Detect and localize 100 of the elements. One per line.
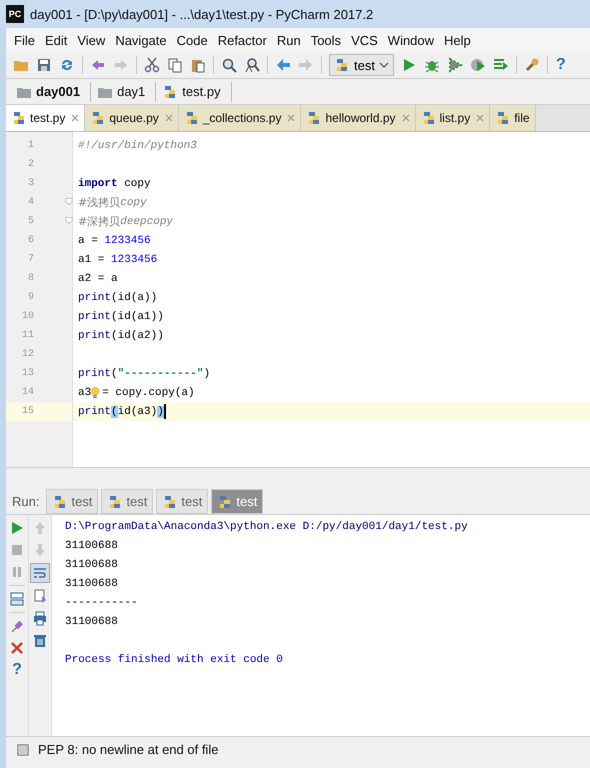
line-number: 1 xyxy=(26,140,34,151)
code-text: a3 xyxy=(78,386,92,398)
python-icon xyxy=(334,57,350,73)
code-text: print xyxy=(78,330,112,342)
code-text: id(a3) xyxy=(118,406,158,418)
line-number: 14 xyxy=(20,387,34,398)
editor-tab[interactable]: queue.py xyxy=(85,105,179,131)
code-text: print xyxy=(78,406,112,418)
menu-item[interactable]: Navigate xyxy=(110,32,172,48)
line-number: 2 xyxy=(26,159,34,170)
code-text: a2 = a xyxy=(78,272,118,284)
paste-icon[interactable] xyxy=(190,57,206,73)
console-line: 31100688 xyxy=(65,558,118,570)
code-text: print xyxy=(78,292,112,304)
code-text: deepcopy xyxy=(120,216,174,228)
line-number: 12 xyxy=(20,349,34,360)
menu-item[interactable]: Refactor xyxy=(212,32,272,48)
code-text: copy xyxy=(120,196,147,208)
breadcrumb[interactable]: day1 xyxy=(93,82,156,102)
console-line: 31100688 xyxy=(65,540,118,552)
status-toggle-icon[interactable] xyxy=(16,742,30,756)
pin-icon[interactable] xyxy=(9,618,25,634)
fold-marker-icon[interactable] xyxy=(64,216,74,226)
line-number: 7 xyxy=(26,254,34,265)
app-logo-icon: PC xyxy=(6,5,24,23)
replace-icon[interactable] xyxy=(244,57,260,73)
help-button[interactable]: ? xyxy=(12,661,22,679)
code-text: = copy.copy(a) xyxy=(102,386,195,398)
line-number: 11 xyxy=(20,330,34,341)
close-icon[interactable] xyxy=(164,114,173,122)
back-icon[interactable] xyxy=(275,57,291,73)
menu-item[interactable]: View xyxy=(72,32,110,48)
menu-item[interactable]: Code xyxy=(172,32,213,48)
close-icon[interactable] xyxy=(71,114,80,122)
undo-icon[interactable] xyxy=(90,57,106,73)
line-number: 13 xyxy=(20,368,34,379)
code-text: copy xyxy=(123,178,151,190)
breadcrumb[interactable]: day001 xyxy=(12,82,92,102)
trash-icon[interactable] xyxy=(32,632,48,648)
code-text: (id(a)) xyxy=(111,292,158,304)
cut-icon[interactable] xyxy=(144,57,160,73)
code-text: (id(a1)) xyxy=(111,310,164,322)
close-icon[interactable] xyxy=(9,640,25,656)
code-text: ( xyxy=(111,368,118,380)
code-text: a1 = xyxy=(78,254,106,266)
editor-tab[interactable]: _collections.py xyxy=(178,105,302,131)
menu-item[interactable]: Run xyxy=(272,32,306,48)
line-number: 15 xyxy=(20,406,34,417)
editor-tab[interactable]: helloworld.py xyxy=(301,105,416,131)
coverage-icon[interactable] xyxy=(446,57,463,73)
help-button[interactable]: ? xyxy=(552,56,570,74)
editor-tab[interactable]: file xyxy=(490,105,536,131)
wrench-icon[interactable] xyxy=(524,57,540,73)
menu-item[interactable]: Window xyxy=(382,32,440,48)
run-list-icon[interactable] xyxy=(492,57,509,73)
stop-icon[interactable] xyxy=(9,542,25,558)
menu-item[interactable]: Help xyxy=(439,32,476,48)
copy-icon[interactable] xyxy=(167,57,183,73)
run-icon[interactable] xyxy=(9,520,25,536)
profile-icon[interactable] xyxy=(470,57,486,73)
code-text: ( xyxy=(111,406,118,418)
close-icon[interactable] xyxy=(402,114,410,122)
python-file-icon xyxy=(11,110,27,126)
close-icon[interactable] xyxy=(476,114,484,122)
code-editor[interactable]: #!/usr/bin/python3 import copy #浅拷贝copy #深拷贝deepcopy a = 1233456 a1 = 1233456 a2 = a print(id(a)) print(id(a1)) print(id(a2)) print("-----------") a3 = copy.copy(a) print(id(a3)) xyxy=(73,132,590,467)
console-line: Process finished with exit code 0 xyxy=(65,654,283,666)
code-text: (id(a2)) xyxy=(111,330,164,342)
line-number: 4 xyxy=(26,197,34,208)
menu-item[interactable]: Edit xyxy=(40,32,72,48)
status-message: PEP 8: no newline at end of file xyxy=(38,742,218,757)
layout-icon[interactable] xyxy=(9,591,25,607)
save-icon[interactable] xyxy=(36,57,52,73)
breadcrumb[interactable]: test.py xyxy=(158,82,232,102)
fold-marker-icon[interactable] xyxy=(64,197,74,207)
close-icon[interactable] xyxy=(287,114,296,122)
code-text: 1233456 xyxy=(111,254,158,266)
run-tab[interactable]: test xyxy=(101,489,154,514)
editor-tab[interactable]: list.py xyxy=(416,105,490,131)
code-text: import xyxy=(78,178,118,190)
sync-icon[interactable] xyxy=(59,57,75,73)
menu-item[interactable]: File xyxy=(9,32,40,48)
run-label: Run: xyxy=(12,494,40,509)
window-title: day001 - [D:\py\day001] - ...\day1\test.py - PyCharm 2017.2 xyxy=(30,6,374,22)
search-icon[interactable] xyxy=(221,57,237,73)
menu-item[interactable]: Tools xyxy=(306,32,346,48)
code-text: print xyxy=(78,310,112,322)
scroll-to-end-icon[interactable] xyxy=(32,588,48,604)
line-number: 9 xyxy=(26,292,34,303)
run-config-dropdown[interactable]: test xyxy=(329,54,394,76)
line-number: 6 xyxy=(26,235,34,246)
caret-icon xyxy=(378,62,389,68)
run-tab[interactable]: test xyxy=(46,489,98,514)
print-icon[interactable] xyxy=(32,610,48,626)
code-text: ) xyxy=(157,406,164,418)
editor-tab[interactable]: test.py xyxy=(6,105,86,131)
menu-item[interactable]: VCS xyxy=(346,32,383,48)
run-tab[interactable]: test xyxy=(156,489,208,514)
line-number: 8 xyxy=(26,273,34,284)
code-text: #浅拷贝 xyxy=(78,195,120,210)
code-text: "-----------" xyxy=(118,368,204,380)
